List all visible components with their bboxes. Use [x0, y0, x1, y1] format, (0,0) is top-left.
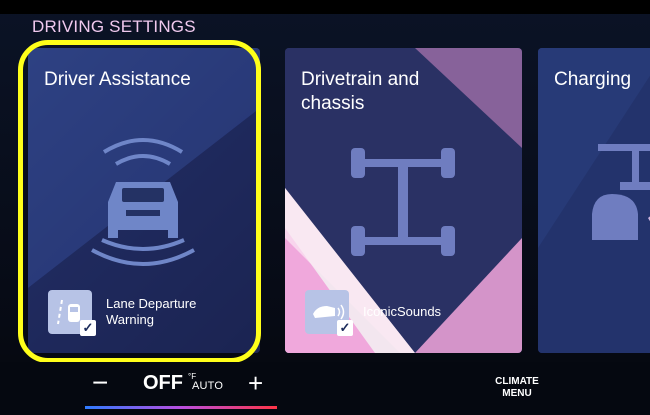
temperature-increase-button[interactable]: + [248, 369, 263, 397]
driving-settings-screen: DRIVING SETTINGS Driver Assistance ✓ Lan… [0, 0, 650, 415]
charging-plug-icon [592, 144, 650, 240]
speaker-sound-icon: ✓ [305, 290, 353, 336]
temperature-value[interactable]: OFF [143, 372, 183, 395]
iconic-sounds-toggle[interactable]: ✓ IconicSounds [305, 287, 441, 337]
page-title: DRIVING SETTINGS [32, 17, 196, 36]
screen-bezel [0, 0, 650, 14]
checkbox-checked-icon: ✓ [337, 320, 353, 336]
temperature-decrease-button[interactable]: − [92, 369, 108, 397]
card-charging[interactable]: Charging [538, 48, 650, 353]
chip-label: IconicSounds [363, 304, 442, 319]
card-drivetrain-chassis[interactable]: Drivetrain and chassis ✓ IconicSounds [285, 48, 522, 353]
card-title: Drivetrain and chassis [301, 69, 420, 114]
card-title: Charging [554, 69, 632, 90]
temperature-gradient-indicator [85, 406, 277, 409]
climate-mode-label: AUTO [192, 380, 224, 392]
selection-highlight [18, 40, 261, 363]
climate-menu-button[interactable]: CLIMATE MENU [484, 376, 550, 400]
chassis-axle-icon [351, 148, 455, 256]
